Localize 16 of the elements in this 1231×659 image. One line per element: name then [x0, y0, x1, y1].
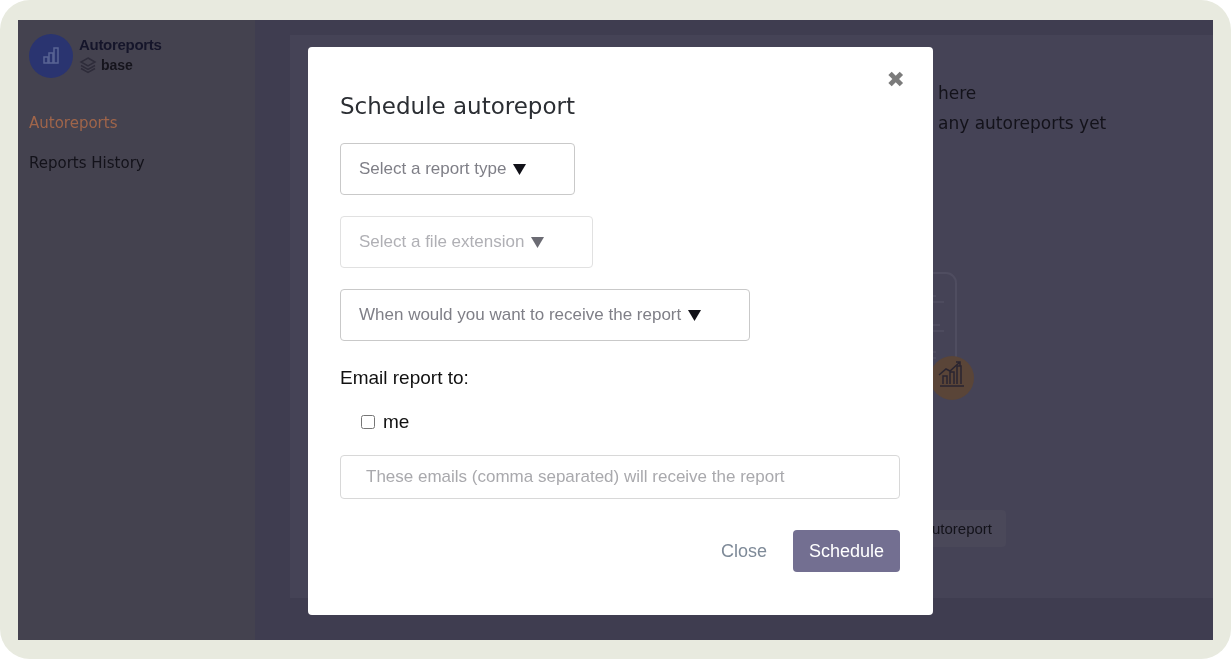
caret-icon: [688, 309, 702, 321]
me-checkbox[interactable]: [361, 415, 375, 429]
schedule-button[interactable]: Schedule: [792, 530, 900, 572]
email-label: Email report to:: [340, 367, 469, 389]
empty-state-heading: here: [938, 83, 977, 103]
caret-icon: [513, 163, 527, 175]
nav-item[interactable]: Autoreports: [29, 114, 118, 132]
emails-input-field[interactable]: These emails (comma separated) will receive the report: [340, 455, 900, 499]
empty-state-text: any autoreports yet: [938, 113, 1107, 133]
caret-icon: [531, 236, 545, 248]
dropdown[interactable]: Select a report type: [340, 143, 576, 195]
close-button[interactable]: Close: [720, 540, 767, 562]
dropdown[interactable]: When would you want to receive the report: [340, 289, 751, 341]
checkbox-label: me: [383, 411, 410, 433]
dialog-title: Schedule autoreport: [340, 93, 575, 119]
bar-chart-logo-icon: [29, 34, 73, 78]
